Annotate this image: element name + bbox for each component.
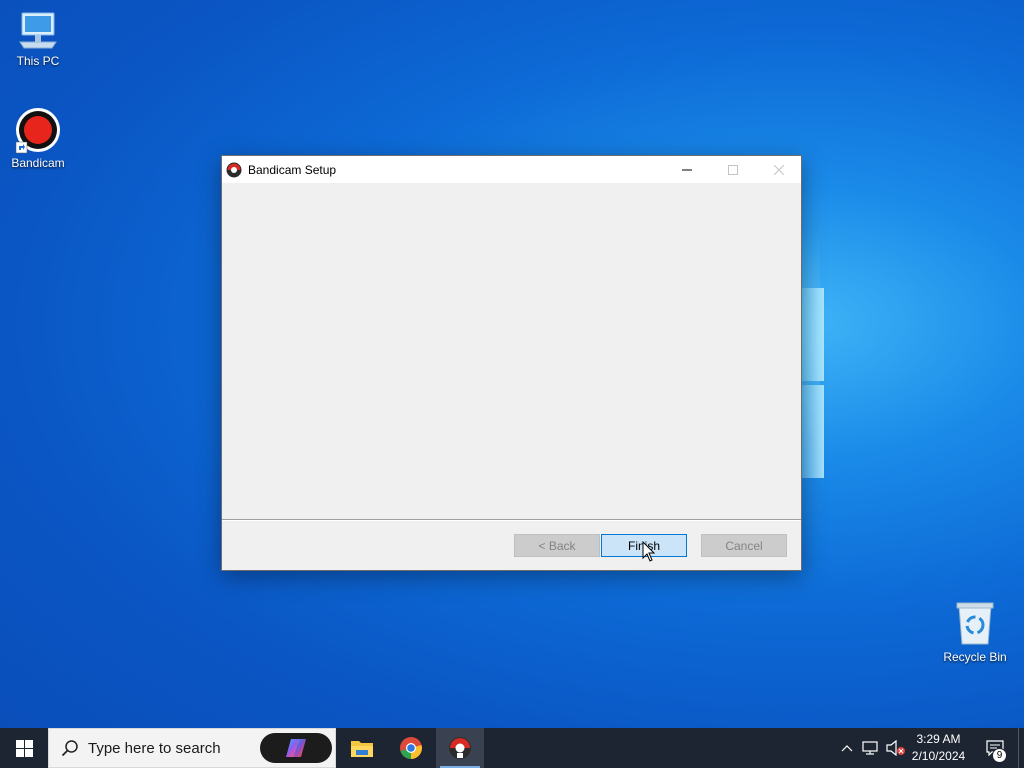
bandicam-setup-icon <box>449 737 471 759</box>
taskbar-app-chrome[interactable] <box>387 728 435 768</box>
search-icon <box>61 740 78 757</box>
mouse-cursor-icon <box>642 541 656 562</box>
notification-count-badge: 9 <box>992 748 1007 763</box>
search-placeholder: Type here to search <box>88 739 221 757</box>
clock-date: 2/10/2024 <box>911 749 966 763</box>
dialog-content-area <box>222 183 801 519</box>
bandicam-setup-dialog: Bandicam Setup < Back Finish Cancel <box>221 155 802 571</box>
chrome-icon <box>400 737 422 759</box>
bandicam-icon <box>15 108 60 154</box>
desktop-icon-label: Recycle Bin <box>943 650 1007 664</box>
show-hidden-icons-button[interactable] <box>837 728 857 768</box>
minimize-button[interactable] <box>664 156 710 183</box>
desktop-icon-bandicam[interactable]: Bandicam <box>0 106 76 170</box>
chevron-up-icon <box>841 745 853 752</box>
cancel-button[interactable]: Cancel <box>701 534 787 557</box>
recycle-bin-icon <box>956 602 994 645</box>
bandicam-setup-icon <box>226 162 242 177</box>
dialog-title: Bandicam Setup <box>248 162 337 177</box>
taskbar-app-file-explorer[interactable] <box>338 728 386 768</box>
network-tray-button[interactable] <box>860 728 882 768</box>
dialog-titlebar[interactable]: Bandicam Setup <box>222 156 801 183</box>
maximize-icon <box>728 164 738 175</box>
copilot-button[interactable] <box>260 733 332 763</box>
network-icon <box>862 741 878 755</box>
desktop-icon-label: Bandicam <box>11 156 65 170</box>
copilot-icon <box>286 739 306 757</box>
close-icon <box>774 164 784 175</box>
dialog-separator <box>222 519 801 521</box>
taskbar-clock[interactable]: 3:29 AM 2/10/2024 <box>905 731 972 765</box>
volume-muted-icon <box>886 740 905 756</box>
minimize-icon <box>682 169 692 170</box>
desktop-icon-label: This PC <box>16 54 60 68</box>
start-button[interactable] <box>0 728 48 768</box>
clock-time: 3:29 AM <box>916 732 961 746</box>
taskbar: Type here to search 3:29 AM 2/10/2024 9 <box>0 728 1024 768</box>
back-button[interactable]: < Back <box>514 534 600 557</box>
maximize-button[interactable] <box>710 156 756 183</box>
desktop-icon-recycle-bin[interactable]: Recycle Bin <box>937 600 1013 664</box>
windows-start-icon <box>15 739 33 757</box>
this-pc-icon <box>19 12 57 49</box>
wallpaper-windows-logo <box>802 288 824 478</box>
action-center-button[interactable]: 9 <box>980 728 1010 768</box>
desktop-icon-this-pc[interactable]: This PC <box>0 8 76 68</box>
file-explorer-icon <box>351 741 373 757</box>
close-button[interactable] <box>756 156 802 183</box>
show-desktop-button[interactable] <box>1018 728 1024 768</box>
taskbar-app-bandicam-setup[interactable] <box>436 728 484 768</box>
